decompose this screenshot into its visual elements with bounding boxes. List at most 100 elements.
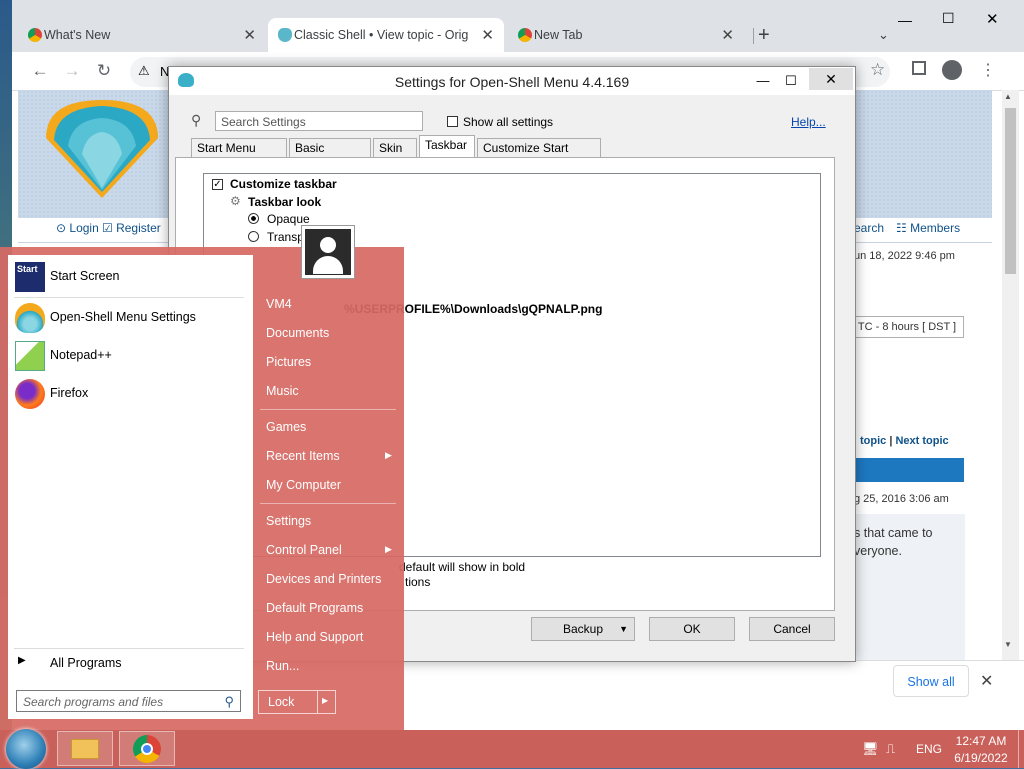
start-right-default-programs[interactable]: Default Programs	[258, 596, 398, 622]
close-tab-icon[interactable]: ✕	[721, 26, 734, 44]
start-item-firefox[interactable]: Firefox	[8, 377, 253, 411]
prev-topic-link[interactable]: topic	[860, 435, 886, 447]
dialog-maximize-icon[interactable]: ☐	[777, 71, 805, 91]
post-header-bar	[850, 458, 964, 482]
clock-time[interactable]: 12:47 AM	[948, 734, 1014, 748]
start-right-my-computer[interactable]: My Computer	[258, 473, 398, 499]
maximize-icon[interactable]: ☐	[942, 10, 955, 27]
page-scroll-thumb[interactable]	[1005, 108, 1016, 274]
post-text-line: veryone.	[854, 544, 902, 558]
volume-icon[interactable]: ⎍	[886, 741, 895, 757]
dropdown-arrow-icon: ▼	[619, 624, 628, 634]
clock-date[interactable]: 6/19/2022	[948, 751, 1014, 765]
start-right-recent-items[interactable]: Recent Items ▶	[258, 444, 398, 470]
forward-icon[interactable]: →	[62, 61, 82, 81]
tab-separator	[753, 28, 754, 44]
members-link[interactable]: ☷ Members	[896, 221, 960, 235]
close-tab-icon[interactable]: ✕	[481, 26, 494, 44]
close-tab-icon[interactable]: ✕	[243, 26, 256, 44]
all-programs-arrow-icon: ▶	[18, 655, 26, 666]
language-indicator[interactable]: ENG	[916, 742, 942, 756]
bookmark-star-icon[interactable]: ☆	[870, 60, 885, 80]
tab-customize-start-menu[interactable]: Customize Start Menu	[477, 138, 601, 173]
cancel-button[interactable]: Cancel	[749, 617, 835, 641]
start-item-label: Open-Shell Menu Settings	[50, 310, 196, 324]
back-icon[interactable]: ←	[30, 61, 50, 81]
start-right-label: Games	[266, 420, 307, 434]
tab-taskbar[interactable]: Taskbar	[419, 135, 475, 158]
start-right-pictures[interactable]: Pictures	[258, 350, 398, 376]
transparent-radio[interactable]	[248, 231, 259, 242]
tab-label: Classic Shell • View topic - Origin	[294, 28, 469, 42]
start-right-run[interactable]: Run...	[258, 654, 398, 680]
backup-button[interactable]: Backup ▼	[531, 617, 635, 641]
start-right-settings[interactable]: Settings	[258, 509, 398, 535]
start-right-games[interactable]: Games	[258, 415, 398, 441]
scroll-down-icon[interactable]: ▼	[1004, 640, 1012, 649]
user-avatar-icon	[305, 229, 351, 275]
show-all-button[interactable]: Show all	[893, 665, 969, 697]
tab-skin[interactable]: Skin	[373, 138, 417, 157]
start-right-control-panel[interactable]: Control Panel ▶	[258, 538, 398, 564]
start-right-label: Music	[266, 384, 299, 398]
new-tab-button[interactable]: +	[758, 24, 770, 47]
backup-label: Backup	[562, 622, 604, 636]
tab-new-tab[interactable]: New Tab ✕	[508, 18, 744, 52]
tab-start-menu-style[interactable]: Start Menu Style	[191, 138, 287, 173]
profile-avatar-icon[interactable]	[942, 60, 962, 80]
reload-icon[interactable]: ↻	[94, 61, 114, 81]
search-icon: ⚲	[224, 694, 234, 709]
close-download-bar-icon[interactable]: ✕	[980, 671, 993, 691]
tab-classic-shell[interactable]: Classic Shell • View topic - Origin ✕	[268, 18, 504, 52]
start-right-label: Pictures	[266, 355, 312, 369]
tab-whats-new[interactable]: What's New ✕	[18, 18, 266, 52]
close-window-icon[interactable]: ✕	[986, 10, 999, 28]
next-topic-link[interactable]: Next topic	[895, 435, 948, 447]
start-item-start-screen[interactable]: Start Start Screen	[8, 260, 253, 294]
start-search-placeholder: Search programs and files	[23, 695, 164, 709]
taskbar-chrome[interactable]	[119, 731, 175, 766]
start-right-label: Help and Support	[266, 630, 364, 644]
start-right-help-support[interactable]: Help and Support	[258, 625, 398, 651]
register-link[interactable]: ☑ Register	[102, 221, 161, 235]
start-item-notepadpp[interactable]: Notepad++	[8, 339, 253, 373]
help-link[interactable]: Help...	[791, 115, 826, 129]
customize-taskbar-checkbox[interactable]: ✓	[212, 179, 223, 190]
network-error-icon[interactable]: 🖥	[862, 741, 879, 757]
side-panel-icon[interactable]	[912, 61, 926, 75]
members-label: Members	[910, 221, 961, 235]
show-all-settings-checkbox[interactable]	[447, 116, 458, 127]
tab-basic-settings[interactable]: Basic Settings	[289, 138, 371, 173]
start-orb-button[interactable]	[6, 729, 46, 769]
timezone-select[interactable]: TC - 8 hours [ DST ]	[850, 316, 964, 338]
start-search-input[interactable]: Search programs and files ⚲	[16, 690, 241, 712]
login-link[interactable]: ⊙ Login	[56, 221, 99, 235]
chrome-center	[141, 743, 153, 755]
tab-search-icon[interactable]: ⌄	[878, 27, 889, 43]
start-screen-icon: Start	[15, 262, 45, 292]
ok-button[interactable]: OK	[649, 617, 735, 641]
user-picture[interactable]	[301, 225, 355, 279]
all-programs-item[interactable]: All Programs	[50, 656, 122, 670]
lock-split-divider	[317, 691, 318, 713]
settings-search-input[interactable]: Search Settings	[215, 111, 423, 131]
start-item-open-shell-settings[interactable]: Open-Shell Menu Settings	[8, 301, 253, 335]
start-right-music[interactable]: Music	[258, 379, 398, 405]
show-desktop-button[interactable]	[1018, 730, 1024, 768]
search-link[interactable]: earch	[854, 221, 884, 235]
scroll-up-icon[interactable]: ▲	[1004, 92, 1012, 101]
menu-dots-icon[interactable]: ⋮	[980, 60, 996, 80]
dialog-close-icon[interactable]: ✕	[809, 68, 853, 90]
start-right-label: Documents	[266, 326, 330, 340]
start-right-vm4[interactable]: VM4	[258, 292, 398, 318]
start-right-documents[interactable]: Documents	[258, 321, 398, 347]
chrome-icon	[133, 735, 161, 763]
lock-options-arrow-icon[interactable]: ▶	[322, 696, 328, 705]
taskbar-explorer[interactable]	[57, 731, 113, 766]
opaque-radio[interactable]	[248, 213, 259, 224]
dialog-minimize-icon[interactable]: —	[749, 71, 777, 91]
lock-button[interactable]: Lock ▶	[258, 690, 336, 714]
minimize-icon[interactable]: —	[898, 12, 912, 28]
pane-separator	[14, 648, 244, 649]
start-right-devices-printers[interactable]: Devices and Printers	[258, 567, 398, 593]
